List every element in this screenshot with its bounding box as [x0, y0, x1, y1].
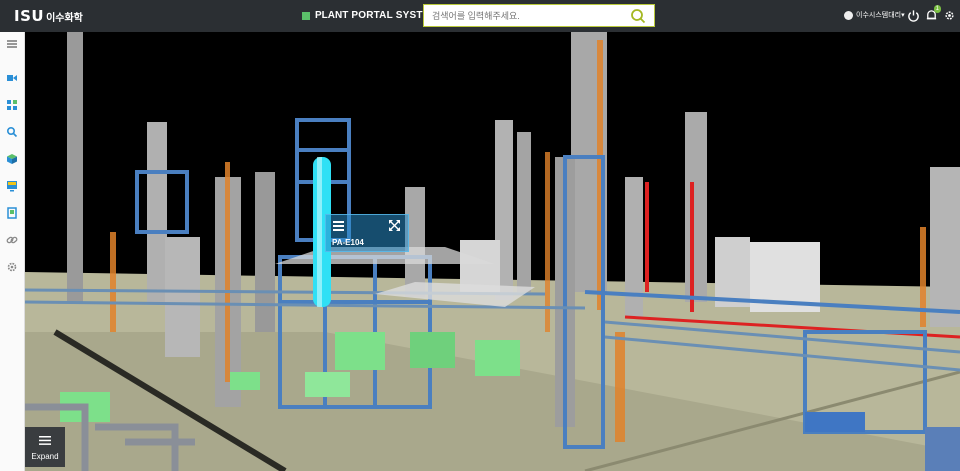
search-icon[interactable] — [630, 8, 646, 24]
grid-icon[interactable] — [6, 99, 18, 111]
header-actions: 1 — [907, 5, 956, 22]
menu-icon[interactable] — [6, 38, 18, 50]
expand-label: Expand — [31, 452, 59, 461]
notification-button[interactable]: 1 — [925, 5, 941, 22]
expand-arrows-icon[interactable] — [389, 220, 400, 231]
power-icon[interactable] — [907, 9, 920, 22]
cube-icon[interactable] — [6, 153, 18, 165]
search-icon[interactable] — [6, 126, 18, 138]
notification-badge: 1 — [933, 5, 941, 13]
company-logo[interactable]: ISU 이수화학 — [14, 7, 83, 25]
monitor-icon[interactable] — [6, 180, 18, 192]
video-icon[interactable] — [6, 72, 18, 84]
avatar — [844, 10, 853, 20]
expand-button[interactable]: Expand — [25, 427, 65, 467]
search-input[interactable] — [430, 5, 624, 27]
app-title-marker-icon — [302, 11, 310, 20]
gear-icon[interactable] — [6, 261, 18, 273]
app-title-bold: PLANT — [315, 10, 349, 21]
gear-icon[interactable] — [943, 9, 956, 22]
link-icon[interactable] — [6, 234, 18, 246]
menu-icon — [39, 436, 51, 445]
logo-text: 이수화학 — [46, 13, 83, 24]
user-name: 이수시스템대리 — [856, 12, 902, 19]
document-icon[interactable] — [6, 207, 18, 219]
app-title: PLANT PORTAL SYSTEM — [302, 10, 438, 21]
equipment-tag: PA-E104 — [332, 238, 364, 247]
equipment-info-popup[interactable]: PA-E104 — [325, 214, 409, 252]
search-box[interactable] — [423, 4, 655, 27]
left-sidebar — [0, 32, 25, 471]
plant-3d-viewport[interactable] — [25, 32, 960, 471]
logo-mark: ISU — [14, 7, 45, 25]
chevron-down-icon: ▾ — [901, 12, 905, 19]
top-header: ISU 이수화학 PLANT PORTAL SYSTEM 이수시스템대리 ▾ 1 — [0, 0, 960, 32]
list-icon[interactable] — [333, 221, 344, 231]
user-menu[interactable]: 이수시스템대리 ▾ — [844, 10, 905, 20]
